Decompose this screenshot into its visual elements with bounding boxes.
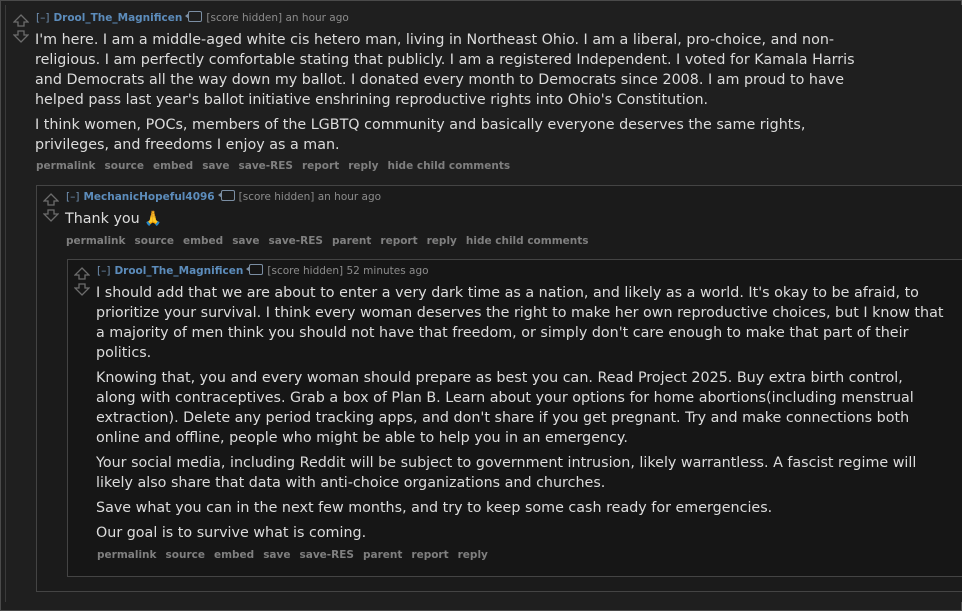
report-button[interactable]: report	[380, 235, 417, 247]
tag-icon[interactable]	[217, 190, 235, 201]
comment-buttons: permalink source embed save save-RES parent re…	[66, 235, 598, 247]
timestamp: an hour ago	[317, 191, 382, 203]
collapse-toggle[interactable]: [–]	[97, 265, 110, 277]
comment-buttons: permalink source embed save save-RES parent re…	[97, 549, 497, 561]
score-label: [score hidden]	[206, 12, 283, 24]
comment-paragraph: Knowing that, you and every woman should…	[96, 370, 914, 446]
report-button[interactable]: report	[411, 549, 448, 561]
upvote-arrow-icon[interactable]	[13, 14, 29, 27]
comment-paragraph: I'm here. I am a middle-aged white cis h…	[35, 32, 855, 108]
permalink-button[interactable]: permalink	[66, 235, 126, 247]
hide-child-comments-button[interactable]: hide child comments	[466, 235, 589, 247]
downvote-arrow-icon[interactable]	[13, 30, 29, 43]
source-button[interactable]: source	[135, 235, 174, 247]
comment-tagline: [–] Drool_The_Magnificen [score hidden] an…	[36, 11, 349, 25]
permalink-button[interactable]: permalink	[36, 160, 96, 172]
save-button[interactable]: save	[232, 235, 259, 247]
permalink-button[interactable]: permalink	[97, 549, 157, 561]
save-res-button[interactable]: save-RES	[269, 235, 323, 247]
author-link[interactable]: MechanicHopeful4096	[83, 191, 214, 203]
hide-child-comments-button[interactable]: hide child comments	[387, 160, 510, 172]
save-button[interactable]: save	[202, 160, 229, 172]
comment-tagline: [–] MechanicHopeful4096 [score hidden] an …	[66, 190, 381, 204]
timestamp: 52 minutes ago	[346, 265, 429, 277]
collapse-toggle[interactable]: [–]	[36, 12, 49, 24]
comment-3: [–] Drool_The_Magnificen [score hidden] 52…	[67, 259, 962, 577]
embed-button[interactable]: embed	[153, 160, 193, 172]
tag-icon[interactable]	[185, 11, 203, 22]
report-button[interactable]: report	[302, 160, 339, 172]
comment-paragraph: I think women, POCs, members of the LGBT…	[35, 117, 806, 153]
comment-paragraph: Your social media, including Reddit will…	[96, 455, 917, 491]
comment-buttons: permalink source embed save save-RES report re…	[36, 160, 519, 172]
timestamp: an hour ago	[285, 12, 349, 24]
embed-button[interactable]: embed	[183, 235, 223, 247]
parent-button[interactable]: parent	[363, 549, 402, 561]
comment-paragraph: Save what you can in the next few months…	[96, 500, 773, 516]
upvote-arrow-icon[interactable]	[74, 267, 90, 280]
downvote-arrow-icon[interactable]	[43, 209, 59, 222]
parent-button[interactable]: parent	[332, 235, 371, 247]
tag-icon[interactable]	[246, 264, 264, 275]
reply-button[interactable]: reply	[458, 549, 488, 561]
reply-button[interactable]: reply	[348, 160, 378, 172]
collapse-toggle[interactable]: [–]	[66, 191, 79, 203]
author-link[interactable]: Drool_The_Magnificen	[114, 265, 243, 277]
embed-button[interactable]: embed	[214, 549, 254, 561]
save-res-button[interactable]: save-RES	[239, 160, 293, 172]
upvote-arrow-icon[interactable]	[43, 193, 59, 206]
reply-button[interactable]: reply	[427, 235, 457, 247]
downvote-arrow-icon[interactable]	[74, 283, 90, 296]
comment-body: Thank you 🙏	[65, 209, 885, 234]
comment-paragraph: I should add that we are about to enter …	[96, 285, 944, 361]
comment-paragraph: Thank you 🙏	[65, 211, 163, 227]
score-label: [score hidden]	[238, 191, 315, 203]
comment-body: I should add that we are about to enter …	[96, 283, 946, 548]
source-button[interactable]: source	[105, 160, 144, 172]
author-link[interactable]: Drool_The_Magnificen	[53, 12, 182, 24]
source-button[interactable]: source	[166, 549, 205, 561]
comment-paragraph: Our goal is to survive what is coming.	[96, 525, 367, 541]
comment-thread: [–] Drool_The_Magnificen [score hidden] an…	[0, 0, 962, 611]
comment-body: I'm here. I am a middle-aged white cis h…	[35, 30, 875, 160]
comment-tagline: [–] Drool_The_Magnificen [score hidden] 52…	[97, 264, 429, 278]
save-res-button[interactable]: save-RES	[300, 549, 354, 561]
score-label: [score hidden]	[267, 265, 344, 277]
save-button[interactable]: save	[263, 549, 290, 561]
